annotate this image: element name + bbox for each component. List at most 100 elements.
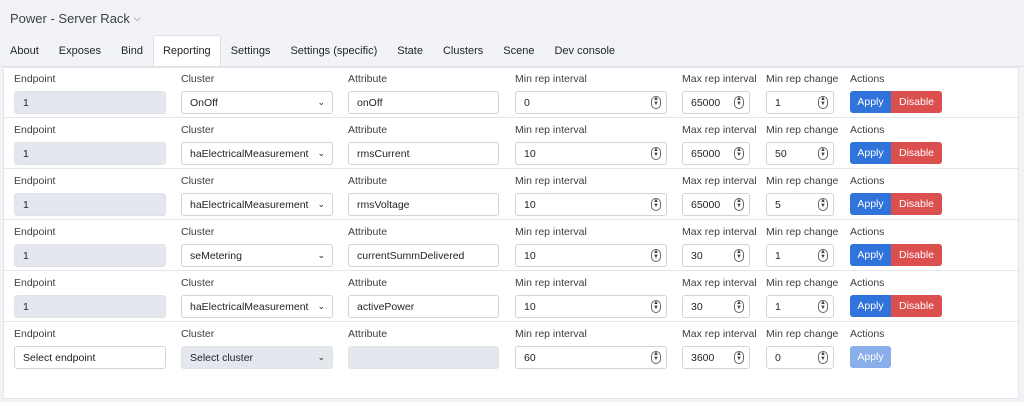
disable-button[interactable]: Disable <box>891 142 942 164</box>
tab-reporting[interactable]: Reporting <box>152 35 221 66</box>
max-interval-label: Max rep interval <box>682 328 757 340</box>
stepper-icon[interactable]: ▲ ▼ <box>651 351 661 364</box>
max-interval-cell: Max rep interval 65000 ▲ ▼ <box>682 170 757 220</box>
min-interval-input[interactable]: 60 ▲ ▼ <box>515 346 667 369</box>
min-interval-input[interactable]: 10 ▲ ▼ <box>515 295 667 318</box>
actions-cell: Actions Apply <box>850 323 950 373</box>
cluster-select[interactable]: haElectricalMeasurement ⌄ <box>181 295 333 318</box>
max-interval-input[interactable]: 65000 ▲ ▼ <box>682 91 750 114</box>
min-interval-input[interactable]: 0 ▲ ▼ <box>515 91 667 114</box>
stepper-icon[interactable]: ▲ ▼ <box>818 147 828 160</box>
max-interval-cell: Max rep interval 3600 ▲ ▼ <box>682 323 757 373</box>
attribute-field[interactable]: onOff <box>348 91 499 114</box>
attribute-field[interactable]: activePower <box>348 295 499 318</box>
cluster-value: haElectricalMeasurement <box>190 198 309 211</box>
stepper-icon[interactable]: ▲ ▼ <box>818 351 828 364</box>
attribute-field[interactable]: currentSummDelivered <box>348 244 499 267</box>
attribute-select <box>348 346 499 369</box>
min-interval-value: 0 <box>524 96 530 109</box>
endpoint-label: Endpoint <box>14 328 56 340</box>
apply-button[interactable]: Apply <box>850 244 891 266</box>
stepper-icon[interactable]: ▲ ▼ <box>734 300 744 313</box>
actions-label: Actions <box>850 277 885 289</box>
min-change-value: 5 <box>775 198 781 211</box>
tab-dev-console[interactable]: Dev console <box>544 35 625 66</box>
endpoint-cell: Endpoint 1 <box>14 221 169 271</box>
attribute-cell: Attribute activePower <box>348 272 503 322</box>
tab-clusters[interactable]: Clusters <box>433 35 493 66</box>
tab-exposes[interactable]: Exposes <box>49 35 111 66</box>
max-interval-input[interactable]: 3600 ▲ ▼ <box>682 346 750 369</box>
tab-settings-specific[interactable]: Settings (specific) <box>280 35 387 66</box>
min-change-input[interactable]: 1 ▲ ▼ <box>766 91 834 114</box>
max-interval-input[interactable]: 65000 ▲ ▼ <box>682 193 750 216</box>
tab-settings[interactable]: Settings <box>221 35 281 66</box>
new-reporting-row: Endpoint Select endpoint Cluster Select … <box>4 323 1018 373</box>
stepper-icon[interactable]: ▲ ▼ <box>651 300 661 313</box>
attribute-field[interactable]: rmsCurrent <box>348 142 499 165</box>
endpoint-select[interactable]: Select endpoint <box>14 346 166 369</box>
max-interval-input[interactable]: 30 ▲ ▼ <box>682 295 750 318</box>
max-interval-input[interactable]: 65000 ▲ ▼ <box>682 142 750 165</box>
cluster-select: Select cluster ⌄ <box>181 346 333 369</box>
min-change-input[interactable]: 50 ▲ ▼ <box>766 142 834 165</box>
min-change-input[interactable]: 1 ▲ ▼ <box>766 244 834 267</box>
apply-button[interactable]: Apply <box>850 346 891 368</box>
endpoint-cell: Endpoint 1 <box>14 68 169 118</box>
reporting-row: Endpoint 1 Cluster haElectricalMeasureme… <box>4 170 1018 220</box>
apply-button[interactable]: Apply <box>850 193 891 215</box>
min-interval-input[interactable]: 10 ▲ ▼ <box>515 193 667 216</box>
apply-button[interactable]: Apply <box>850 91 891 113</box>
min-interval-label: Min rep interval <box>515 73 587 85</box>
stepper-icon[interactable]: ▲ ▼ <box>734 198 744 211</box>
apply-button[interactable]: Apply <box>850 295 891 317</box>
disable-button[interactable]: Disable <box>891 91 942 113</box>
min-change-cell: Min rep change 5 ▲ ▼ <box>766 170 838 220</box>
min-change-label: Min rep change <box>766 124 839 136</box>
min-interval-cell: Min rep interval 10 ▲ ▼ <box>515 119 670 169</box>
cluster-label: Cluster <box>181 277 215 289</box>
stepper-icon[interactable]: ▲ ▼ <box>734 351 744 364</box>
tab-state[interactable]: State <box>387 35 433 66</box>
attribute-field[interactable]: rmsVoltage <box>348 193 499 216</box>
cluster-select[interactable]: haElectricalMeasurement ⌄ <box>181 193 333 216</box>
stepper-icon[interactable]: ▲ ▼ <box>651 249 661 262</box>
cluster-select[interactable]: haElectricalMeasurement ⌄ <box>181 142 333 165</box>
stepper-icon[interactable]: ▲ ▼ <box>651 147 661 160</box>
stepper-icon[interactable]: ▲ ▼ <box>651 198 661 211</box>
disable-button[interactable]: Disable <box>891 295 942 317</box>
max-interval-cell: Max rep interval 65000 ▲ ▼ <box>682 68 757 118</box>
endpoint-cell: Endpoint 1 <box>14 272 169 322</box>
stepper-icon[interactable]: ▲ ▼ <box>734 96 744 109</box>
stepper-icon[interactable]: ▲ ▼ <box>734 147 744 160</box>
cluster-cell: Cluster haElectricalMeasurement ⌄ <box>181 272 336 322</box>
cluster-select[interactable]: seMetering ⌄ <box>181 244 333 267</box>
stepper-icon[interactable]: ▲ ▼ <box>818 198 828 211</box>
min-interval-input[interactable]: 10 ▲ ▼ <box>515 142 667 165</box>
tab-bind[interactable]: Bind <box>111 35 153 66</box>
device-title-dropdown[interactable]: Power - Server Rack ⌵ <box>10 11 141 26</box>
min-change-input[interactable]: 1 ▲ ▼ <box>766 295 834 318</box>
max-interval-label: Max rep interval <box>682 175 757 187</box>
apply-button[interactable]: Apply <box>850 142 891 164</box>
stepper-icon[interactable]: ▲ ▼ <box>818 300 828 313</box>
min-change-input[interactable]: 0 ▲ ▼ <box>766 346 834 369</box>
tab-scene[interactable]: Scene <box>493 35 544 66</box>
cluster-cell: Cluster Select cluster ⌄ <box>181 323 336 373</box>
min-interval-input[interactable]: 10 ▲ ▼ <box>515 244 667 267</box>
stepper-icon[interactable]: ▲ ▼ <box>818 249 828 262</box>
stepper-icon[interactable]: ▲ ▼ <box>734 249 744 262</box>
min-change-input[interactable]: 5 ▲ ▼ <box>766 193 834 216</box>
disable-button[interactable]: Disable <box>891 244 942 266</box>
stepper-icon[interactable]: ▲ ▼ <box>651 96 661 109</box>
max-interval-input[interactable]: 30 ▲ ▼ <box>682 244 750 267</box>
cluster-select[interactable]: OnOff ⌄ <box>181 91 333 114</box>
stepper-icon[interactable]: ▲ ▼ <box>818 96 828 109</box>
cluster-cell: Cluster seMetering ⌄ <box>181 221 336 271</box>
cluster-cell: Cluster haElectricalMeasurement ⌄ <box>181 119 336 169</box>
cluster-cell: Cluster haElectricalMeasurement ⌄ <box>181 170 336 220</box>
disable-button[interactable]: Disable <box>891 193 942 215</box>
endpoint-label: Endpoint <box>14 124 56 136</box>
tab-about[interactable]: About <box>0 35 49 66</box>
min-interval-value: 10 <box>524 300 536 313</box>
